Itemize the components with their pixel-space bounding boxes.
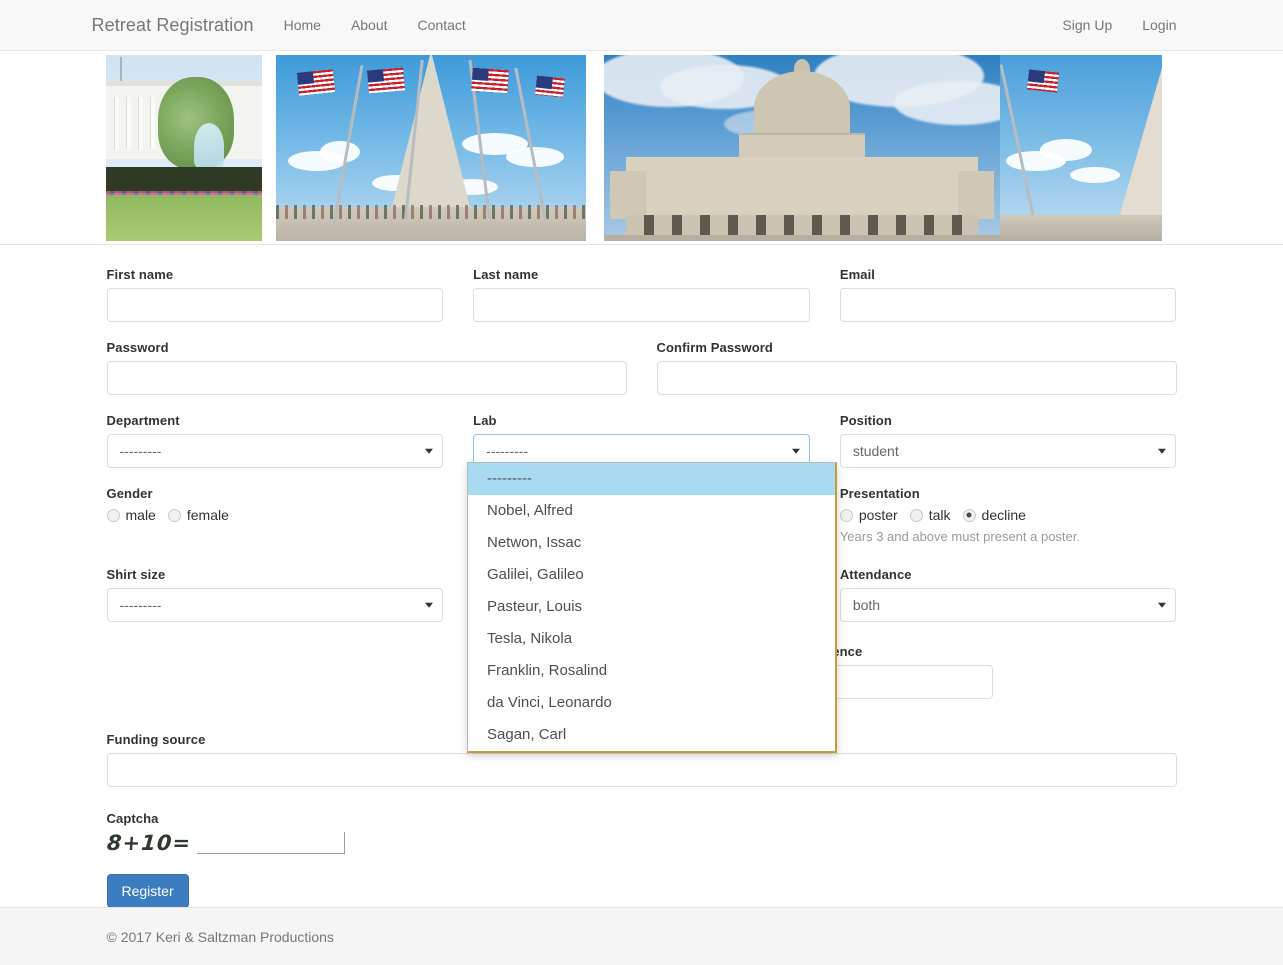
washington-monument-photo	[1000, 55, 1162, 241]
position-select-wrapper: student	[839, 434, 1177, 468]
department-select[interactable]: ---------	[106, 434, 444, 468]
department-select-wrapper: ---------	[106, 434, 444, 468]
secondary-nav-links: Sign Up Login	[1047, 0, 1191, 51]
radio-icon-selected[interactable]	[962, 508, 976, 522]
first-name-input[interactable]	[106, 288, 444, 322]
presentation-help-text: Years 3 and above must present a poster.	[839, 529, 1080, 544]
field-lab: Lab ---------	[458, 413, 825, 468]
field-email: Email	[825, 267, 1192, 322]
shirt-size-select-wrapper: ---------	[106, 588, 444, 622]
email-label: Email	[839, 267, 875, 282]
navbar-inner: Retreat Registration Home About Contact …	[92, 0, 1192, 50]
presentation-option-decline-label: decline	[981, 507, 1026, 523]
presentation-option-poster-label: poster	[858, 507, 898, 523]
department-label: Department	[106, 413, 180, 428]
presentation-label: Presentation	[839, 486, 920, 501]
captcha-input[interactable]	[196, 832, 345, 854]
field-captcha: Captcha 8+10= Register	[92, 811, 692, 908]
attendance-label: Attendance	[839, 567, 912, 582]
shirt-size-label: Shirt size	[106, 567, 166, 582]
us-capitol-photo	[604, 55, 1000, 241]
last-name-label: Last name	[473, 267, 539, 282]
lab-dropdown-option-pasteur[interactable]: Pasteur, Louis	[468, 591, 835, 623]
presentation-option-decline[interactable]: decline	[962, 507, 1026, 523]
nav-link-contact[interactable]: Contact	[403, 0, 481, 51]
lab-dropdown-option-sagan[interactable]: Sagan, Carl	[468, 719, 835, 751]
field-password: Password	[92, 340, 642, 395]
field-gender: Gender male female	[92, 486, 459, 544]
captcha-label: Captcha	[106, 811, 159, 826]
lab-label: Lab	[473, 413, 497, 428]
lab-dropdown-option-nobel[interactable]: Nobel, Alfred	[468, 495, 835, 527]
primary-nav-links: Home About Contact	[269, 0, 481, 50]
brand-title[interactable]: Retreat Registration	[92, 15, 269, 36]
gender-option-male-label: male	[125, 507, 156, 523]
field-department: Department ---------	[92, 413, 459, 468]
form-row-captcha: Captcha 8+10= Register	[92, 811, 1192, 908]
position-label: Position	[839, 413, 892, 428]
shirt-size-select[interactable]: ---------	[106, 588, 444, 622]
lab-dropdown-option-netwon[interactable]: Netwon, Issac	[468, 527, 835, 559]
gender-label: Gender	[106, 486, 153, 501]
page-footer: © 2017 Keri & Saltzman Productions	[0, 907, 1283, 965]
radio-icon[interactable]	[839, 508, 853, 522]
lab-dropdown-option-tesla[interactable]: Tesla, Nikola	[468, 623, 835, 655]
lab-dropdown-option-galilei[interactable]: Galilei, Galileo	[468, 559, 835, 591]
banner-image-track	[0, 55, 1283, 241]
field-last-name: Last name	[458, 267, 825, 322]
white-house-photo	[106, 55, 262, 241]
banner-strip	[0, 51, 1283, 245]
lab-dropdown-option-franklin[interactable]: Franklin, Rosalind	[468, 655, 835, 687]
captcha-challenge-image: 8+10=	[105, 831, 192, 855]
presentation-option-talk[interactable]: talk	[909, 507, 951, 523]
password-input[interactable]	[106, 361, 627, 395]
footer-copyright: © 2017 Keri & Saltzman Productions	[106, 928, 334, 945]
nav-link-signup[interactable]: Sign Up	[1047, 0, 1127, 51]
gender-option-female[interactable]: female	[167, 507, 229, 523]
presentation-option-poster[interactable]: poster	[839, 507, 898, 523]
nav-link-about[interactable]: About	[336, 0, 403, 51]
gender-option-male[interactable]: male	[106, 507, 156, 523]
nav-link-home[interactable]: Home	[269, 0, 336, 51]
email-input[interactable]	[839, 288, 1177, 322]
washington-monument-flags-photo	[276, 55, 586, 241]
form-row-affiliation: Department --------- Lab --------- Posit…	[92, 413, 1192, 468]
radio-icon[interactable]	[167, 508, 181, 522]
lab-dropdown-list[interactable]: --------- Nobel, Alfred Netwon, Issac Ga…	[467, 462, 837, 753]
field-confirm-password: Confirm Password	[642, 340, 1192, 395]
gender-radio-group: male female	[106, 507, 444, 523]
first-name-label: First name	[106, 267, 174, 282]
register-button[interactable]: Register	[106, 874, 189, 908]
form-row-names: First name Last name Email	[92, 267, 1192, 340]
last-name-input[interactable]	[473, 288, 810, 322]
radio-icon[interactable]	[106, 508, 120, 522]
gender-option-female-label: female	[186, 507, 229, 523]
field-presentation: Presentation poster talk decline Years 3…	[825, 486, 1192, 544]
position-select[interactable]: student	[839, 434, 1177, 468]
field-first-name: First name	[92, 267, 459, 322]
attendance-select-wrapper: both	[839, 588, 1177, 622]
form-row-passwords: Password Confirm Password	[92, 340, 1192, 413]
nav-link-login[interactable]: Login	[1127, 0, 1191, 51]
lab-dropdown-option-blank[interactable]: ---------	[468, 463, 835, 495]
field-shirt-size: Shirt size ---------	[92, 567, 459, 622]
presentation-option-talk-label: talk	[928, 507, 951, 523]
radio-icon[interactable]	[909, 508, 923, 522]
presentation-radio-group: poster talk decline	[839, 507, 1177, 523]
confirm-password-label: Confirm Password	[656, 340, 773, 355]
roommate-left-spacer	[92, 644, 459, 720]
attendance-select[interactable]: both	[839, 588, 1177, 622]
confirm-password-input[interactable]	[656, 361, 1177, 395]
password-label: Password	[106, 340, 169, 355]
field-position: Position student	[825, 413, 1192, 468]
field-attendance: Attendance both	[825, 567, 1192, 622]
top-navbar: Retreat Registration Home About Contact …	[0, 0, 1283, 51]
funding-source-input[interactable]	[106, 753, 1177, 787]
captcha-row: 8+10=	[105, 831, 677, 855]
lab-dropdown-option-davinci[interactable]: da Vinci, Leonardo	[468, 687, 835, 719]
